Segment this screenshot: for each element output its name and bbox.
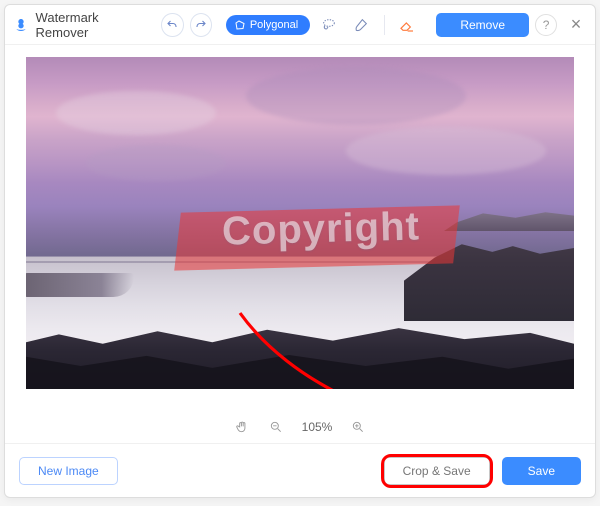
hand-icon [235,420,249,434]
toolbar: Watermark Remover Polygonal Remove ? × [5,5,595,45]
app-logo-icon [13,16,30,34]
eraser-icon [398,17,416,33]
zoom-out-button[interactable] [268,419,284,435]
zoom-out-icon [269,420,283,434]
land-decor [26,273,134,297]
polygonal-tool-label: Polygonal [250,19,298,31]
crop-save-label: Crop & Save [403,464,471,478]
close-button[interactable]: × [565,14,587,36]
zoom-bar: 105% [5,411,595,443]
app-window: Watermark Remover Polygonal Remove ? × [4,4,596,498]
pan-tool-button[interactable] [234,419,250,435]
sky-decor [246,67,466,125]
toolbar-separator [384,15,385,35]
lasso-tool-button[interactable] [316,13,342,37]
eraser-tool-button[interactable] [395,13,421,37]
help-button[interactable]: ? [535,14,557,36]
redo-icon [195,19,207,31]
crop-save-button[interactable]: Crop & Save [384,457,490,485]
brush-tool-button[interactable] [348,13,374,37]
window-controls: ? × [535,14,587,36]
cliff-decor [444,209,574,231]
footer-right: Crop & Save Save [384,457,581,485]
zoom-in-button[interactable] [350,419,366,435]
footer: New Image Crop & Save Save [5,443,595,497]
polygonal-tool-button[interactable]: Polygonal [226,15,310,35]
undo-button[interactable] [161,13,183,37]
brush-icon [353,17,369,33]
undo-icon [166,19,178,31]
image-preview[interactable]: Copyright [26,57,574,389]
canvas-area: Copyright [5,45,595,411]
watermark-text: Copyright [185,203,456,255]
lasso-icon [320,17,338,33]
new-image-button[interactable]: New Image [19,457,118,485]
sky-decor [346,127,546,175]
sky-decor [56,91,216,135]
zoom-in-icon [351,420,365,434]
zoom-value: 105% [302,420,333,434]
redo-button[interactable] [190,13,212,37]
remove-button[interactable]: Remove [436,13,529,37]
sky-decor [86,145,226,181]
app-title: Watermark Remover [36,10,146,40]
save-button[interactable]: Save [502,457,581,485]
polygonal-icon [234,19,246,31]
